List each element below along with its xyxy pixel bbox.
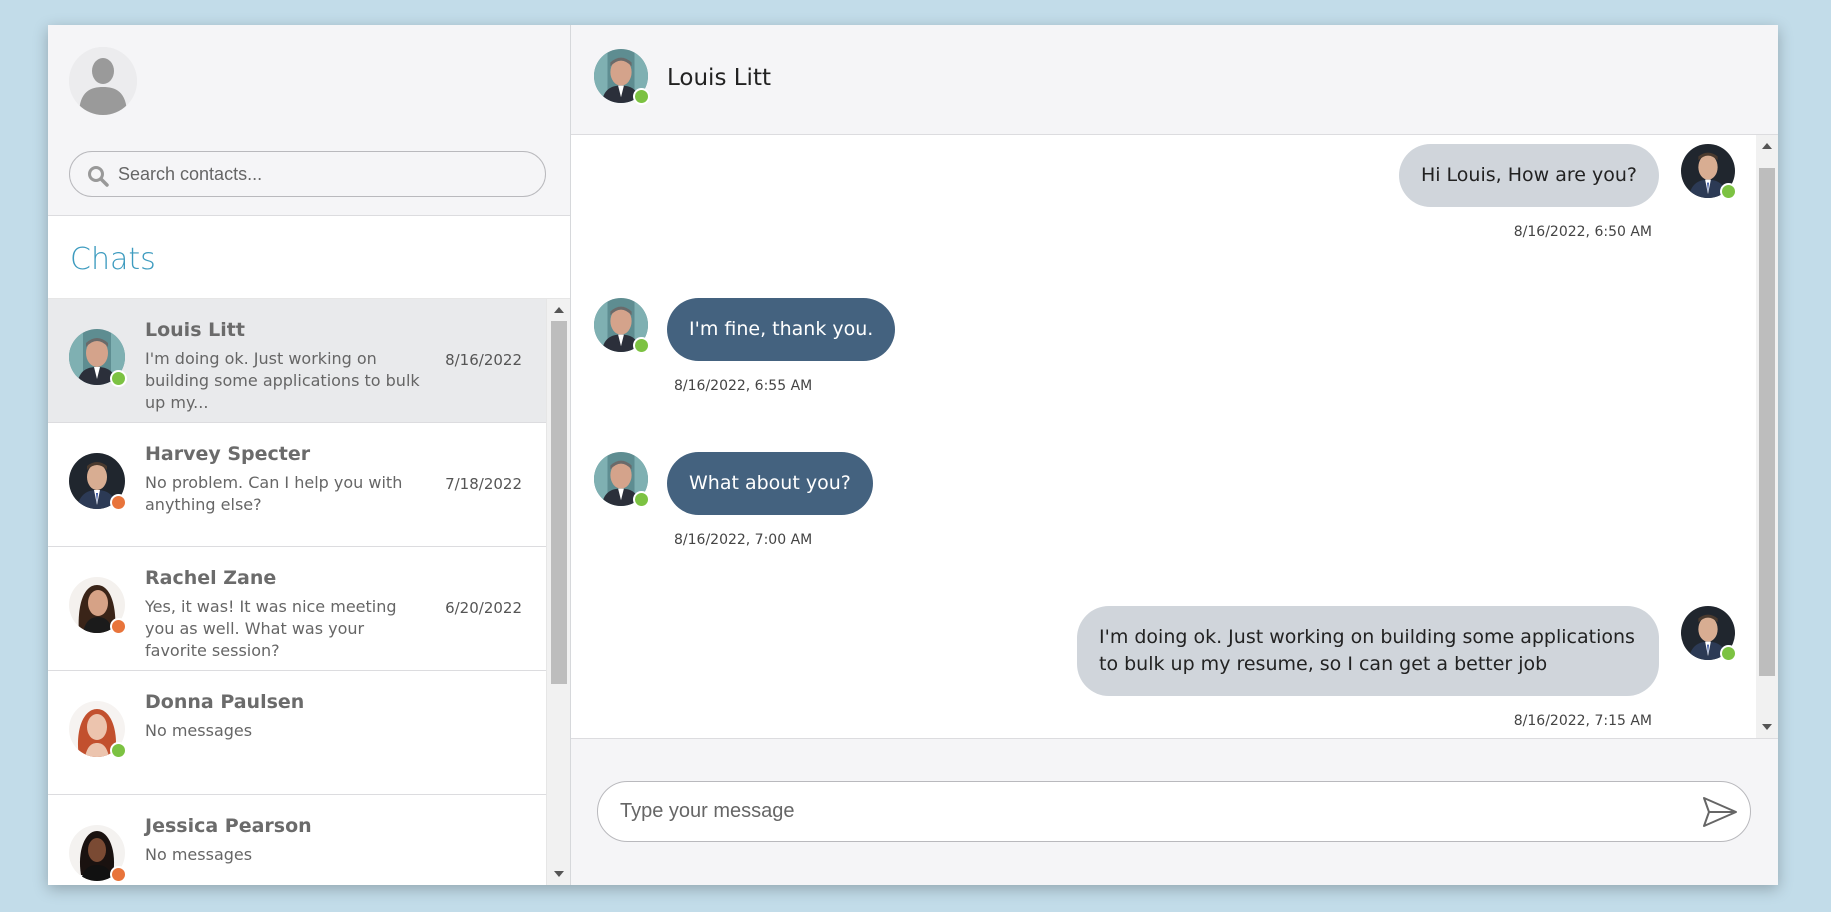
conversation-header: Louis Litt xyxy=(571,25,1778,135)
message-input[interactable] xyxy=(620,782,1680,841)
contact-item-rachel-zane[interactable]: Rachel Zane Yes, it was! It was nice mee… xyxy=(48,547,547,671)
message-bubble-outgoing: Hi Louis, How are you? xyxy=(1398,144,1659,207)
contact-name: Rachel Zane xyxy=(145,567,277,589)
contact-list-container: Louis Litt I'm doing ok. Just working on… xyxy=(48,299,570,885)
contact-list: Louis Litt I'm doing ok. Just working on… xyxy=(48,299,547,885)
avatar xyxy=(594,452,650,508)
conversation-title: Louis Litt xyxy=(667,65,771,91)
contact-item-louis-litt[interactable]: Louis Litt I'm doing ok. Just working on… xyxy=(48,299,547,423)
contact-item-jessica-pearson[interactable]: Jessica Pearson No messages xyxy=(48,795,547,885)
scroll-down-arrow-icon[interactable] xyxy=(1762,724,1772,730)
scrollbar-thumb[interactable] xyxy=(1759,168,1775,676)
message-input-box xyxy=(597,781,1751,842)
contact-date: 6/20/2022 xyxy=(445,599,522,617)
status-online-indicator xyxy=(633,88,650,105)
contacts-panel: Chats Louis Litt I'm doing ok. Just work… xyxy=(48,25,571,885)
contact-name: Harvey Specter xyxy=(145,443,311,465)
my-profile-avatar[interactable] xyxy=(69,47,137,115)
status-online-indicator xyxy=(633,337,650,354)
avatar xyxy=(69,453,127,511)
contact-last-message: No messages xyxy=(145,845,253,864)
message-bubble-incoming: I'm fine, thank you. xyxy=(667,298,896,361)
contact-last-message: I'm doing ok. Just working on building s… xyxy=(145,349,420,412)
avatar xyxy=(594,298,650,354)
contact-item-harvey-specter[interactable]: Harvey Specter No problem. Can I help yo… xyxy=(48,423,547,547)
contact-last-message: No messages xyxy=(145,721,253,740)
user-silhouette-icon xyxy=(69,47,137,115)
message-list-scrollbar[interactable] xyxy=(1756,135,1778,738)
avatar xyxy=(594,49,650,105)
avatar xyxy=(69,577,127,635)
avatar xyxy=(1681,606,1737,662)
status-away-indicator xyxy=(110,618,127,635)
status-online-indicator xyxy=(1720,183,1737,200)
avatar xyxy=(69,329,127,387)
message-timestamp: 8/16/2022, 6:55 AM xyxy=(674,378,813,394)
contact-last-message: No problem. Can I help you with anything… xyxy=(145,473,403,514)
message-list: Hi Louis, How are you? 8/16/2022, 6:50 A… xyxy=(571,135,1778,739)
conversation-panel: Louis Litt Hi Louis, How are you? 8/16/2… xyxy=(571,25,1778,885)
status-online-indicator xyxy=(110,370,127,387)
contact-name: Jessica Pearson xyxy=(145,815,312,837)
message-bubble-outgoing: I'm doing ok. Just working on building s… xyxy=(1077,606,1659,696)
contact-date: 8/16/2022 xyxy=(445,351,522,369)
message-bubble-incoming: What about you? xyxy=(667,452,873,515)
avatar xyxy=(1681,144,1737,200)
scroll-up-arrow-icon[interactable] xyxy=(1762,143,1772,149)
search-input[interactable] xyxy=(118,152,538,196)
status-online-indicator xyxy=(1720,645,1737,662)
chats-heading: Chats xyxy=(48,216,570,299)
status-away-indicator xyxy=(110,494,127,511)
contact-name: Donna Paulsen xyxy=(145,691,305,713)
avatar xyxy=(69,701,127,759)
status-online-indicator xyxy=(110,742,127,759)
message-timestamp: 8/16/2022, 6:50 AM xyxy=(1513,224,1652,240)
contact-last-message: Yes, it was! It was nice meeting you as … xyxy=(145,597,397,660)
scroll-up-arrow-icon[interactable] xyxy=(554,307,564,313)
scrollbar-thumb[interactable] xyxy=(551,321,567,684)
avatar xyxy=(69,825,127,883)
sidebar-header xyxy=(48,25,570,216)
contact-list-scrollbar[interactable] xyxy=(546,299,570,885)
scroll-down-arrow-icon[interactable] xyxy=(554,871,564,877)
message-composer xyxy=(571,739,1778,885)
contact-name: Louis Litt xyxy=(145,319,245,341)
message-timestamp: 8/16/2022, 7:15 AM xyxy=(1513,713,1652,729)
status-away-indicator xyxy=(110,866,127,883)
contact-date: 7/18/2022 xyxy=(445,475,522,493)
chat-app: Chats Louis Litt I'm doing ok. Just work… xyxy=(48,25,1778,885)
search-icon xyxy=(88,166,109,187)
message-timestamp: 8/16/2022, 7:00 AM xyxy=(674,532,813,548)
search-box xyxy=(69,151,546,197)
status-online-indicator xyxy=(633,491,650,508)
contact-item-donna-paulsen[interactable]: Donna Paulsen No messages xyxy=(48,671,547,795)
send-icon[interactable] xyxy=(1702,795,1738,829)
